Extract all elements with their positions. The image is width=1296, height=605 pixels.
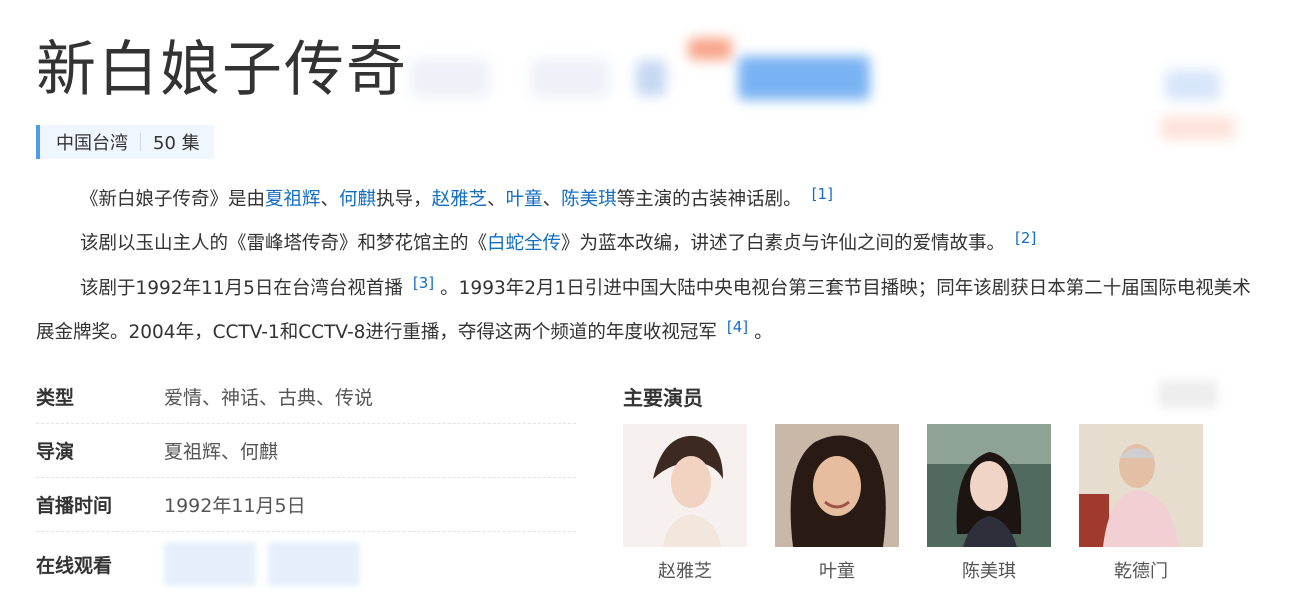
intro-paragraph-1: 《新白娘子传奇》是由夏祖辉、何麒执导，赵雅芝、叶童、陈美琪等主演的古装神话剧。[… [36,175,1258,219]
cast-photo[interactable] [1079,424,1203,547]
cast-list: 赵雅芝 叶童 陈美琪 乾德门 [623,424,1231,583]
watch-platform-button[interactable] [268,542,360,586]
info-key: 导演 [36,441,75,463]
subtitle-divider [140,133,141,151]
link-actor-zhao[interactable]: 赵雅芝 [432,189,488,210]
intro-text: 、 [542,189,562,210]
reference-1[interactable]: [1] [812,185,833,203]
page-title: 新白娘子传奇 [36,35,408,105]
reference-4[interactable]: [4] [727,318,748,336]
info-key: 类型 [36,387,75,409]
watch-platform-button[interactable] [164,542,256,586]
info-table: 类型 爱情、神话、古典、传说 导演 夏祖辉、何麒 首播时间 1992年11月5日… [36,370,576,596]
cast-photo[interactable] [775,424,899,547]
link-baishe-quanzhuan[interactable]: 白蛇全传 [487,233,561,254]
intro-text: 《新白娘子传奇》是由 [80,189,266,210]
blurred-toolbar-item[interactable] [636,60,666,96]
intro-text: 。 [754,322,773,343]
cast-member[interactable]: 赵雅芝 [623,424,747,583]
intro-text: 等主演的古装神话剧。 [616,189,802,210]
cast-name[interactable]: 叶童 [775,557,899,583]
cast-more-button[interactable] [1158,380,1218,408]
blurred-badge [688,38,732,60]
info-row-watch: 在线观看 [36,532,576,596]
intro-text: 》为蓝本改编，讲述了白素贞与许仙之间的爱情故事。 [561,233,1006,254]
cast-name[interactable]: 赵雅芝 [623,557,747,583]
cast-photo[interactable] [927,424,1051,547]
cast-section-title: 主要演员 [623,386,703,410]
intro-text: 、 [487,189,506,210]
subtitle-bar: 中国台湾 50 集 [36,125,214,159]
intro-paragraph-3: 该剧于1992年11月5日在台湾台视首播 [3] 。1993年2月1日引进中国大陆中… [36,264,1258,352]
info-row-premiere: 首播时间 1992年11月5日 [36,478,576,532]
info-row-genre: 类型 爱情、神话、古典、传说 [36,370,576,424]
blurred-side-item[interactable] [1165,70,1220,100]
region-label: 中国台湾 [56,133,128,154]
intro-text: 该剧以玉山主人的《雷峰塔传奇》和梦花馆主的《 [80,233,488,254]
intro-paragraph-2: 该剧以玉山主人的《雷峰塔传奇》和梦花馆主的《白蛇全传》为蓝本改编，讲述了白素贞与… [36,219,1258,263]
info-key: 在线观看 [36,554,113,577]
reference-3[interactable]: [3] [413,274,434,292]
info-row-director: 导演 夏祖辉、何麒 [36,424,576,478]
blurred-toolbar-item[interactable] [410,58,490,98]
info-key: 首播时间 [36,495,113,517]
blurred-side-item[interactable] [1160,116,1235,140]
link-director-he[interactable]: 何麒 [339,189,376,210]
link-director-xia[interactable]: 夏祖辉 [265,189,321,210]
cast-photo[interactable] [623,424,747,547]
reference-2[interactable]: [2] [1015,229,1036,247]
intro-text: 执导， [376,189,432,210]
cast-member[interactable]: 乾德门 [1079,424,1203,583]
blurred-toolbar-item[interactable] [530,58,610,98]
episodes-label: 50 集 [153,133,200,154]
cast-member[interactable]: 叶童 [775,424,899,583]
intro-text: 、 [320,189,340,210]
intro-text: 该剧于1992年11月5日在台湾台视首播 [80,278,403,299]
link-actor-chen[interactable]: 陈美琪 [561,189,617,210]
info-value: 1992年11月5日 [164,495,306,517]
cast-name[interactable]: 乾德门 [1079,557,1203,583]
cast-name[interactable]: 陈美琪 [927,557,1051,583]
blurred-primary-button[interactable] [738,56,870,100]
cast-member[interactable]: 陈美琪 [927,424,1051,583]
link-actor-ye[interactable]: 叶童 [506,189,543,210]
info-value: 夏祖辉、何麒 [164,441,279,463]
info-value: 爱情、神话、古典、传说 [164,387,374,409]
